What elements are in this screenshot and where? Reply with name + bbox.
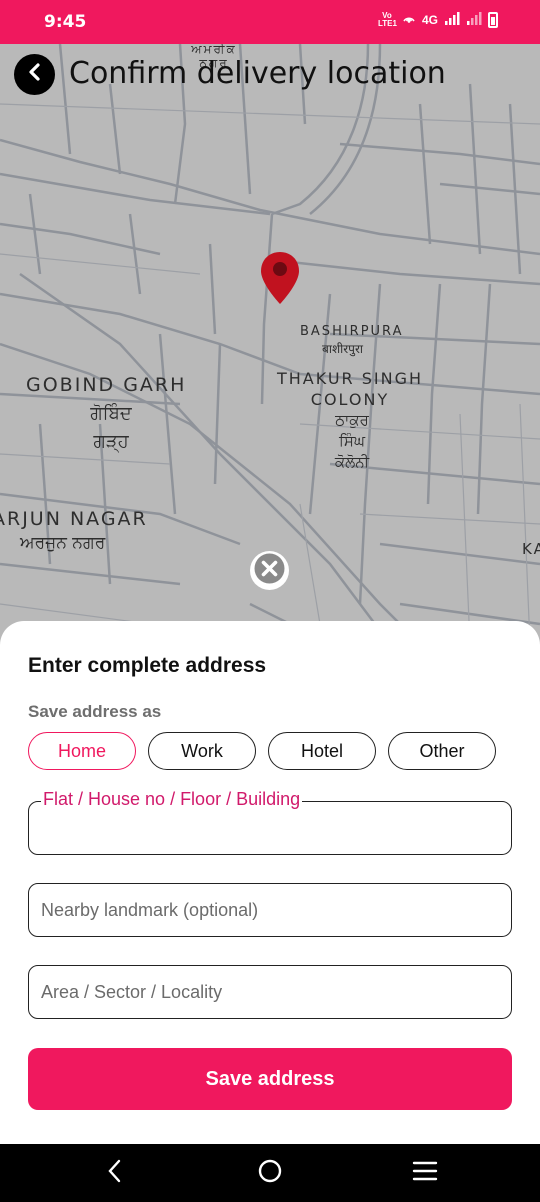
map-label-gobind-garh: GOBIND GARH [26, 374, 187, 396]
home-icon [257, 1158, 283, 1189]
map-label-arjun-nagar: ARJUN NAGAR [0, 508, 148, 530]
save-address-button[interactable]: Save address [28, 1048, 512, 1110]
close-map-button[interactable] [250, 551, 289, 590]
system-nav-bar [0, 1144, 540, 1202]
map-label-bashirpura: BASHIRPURA [300, 324, 404, 339]
close-icon [250, 549, 289, 593]
signal-weak-icon [466, 11, 482, 28]
chip-home[interactable]: Home [28, 732, 136, 770]
map-label-edge: KA [522, 540, 540, 558]
map-label-bashirpura-local: बाशीरपुरा [322, 342, 363, 356]
save-as-label: Save address as [28, 702, 162, 721]
hotspot-icon [402, 12, 416, 27]
map-label-gobind-garh-local: ਗੋਬਿੰਦ ਗੜ੍ਹ [90, 403, 132, 452]
nav-back-button[interactable] [100, 1158, 130, 1188]
area-field [28, 965, 512, 1019]
nav-menu-button[interactable] [410, 1158, 440, 1188]
menu-icon [412, 1160, 438, 1187]
map-label-thakur-singh: THAKUR SINGH COLONY [277, 369, 423, 409]
area-input[interactable] [29, 966, 511, 1018]
header: Confirm delivery location [0, 44, 540, 106]
signal-icon [444, 11, 460, 28]
location-pin-icon[interactable] [259, 250, 301, 311]
status-indicators: Vo LTE1 4G [378, 11, 498, 28]
nav-home-button[interactable] [255, 1158, 285, 1188]
back-button[interactable] [14, 54, 55, 95]
status-bar: 9:45 Vo LTE1 4G [0, 0, 540, 44]
address-type-chips: Home Work Hotel Other [28, 732, 496, 770]
status-time: 9:45 [44, 12, 87, 32]
landmark-input[interactable] [29, 884, 511, 936]
flat-field-label: Flat / House no / Floor / Building [41, 789, 303, 810]
network-type: 4G [421, 12, 438, 27]
map-label-thakur-singh-local: ਠਾਕੁਰ ਸਿੰਘ ਕੋਲੋਨੀ [334, 411, 370, 471]
landmark-field [28, 883, 512, 937]
back-icon [105, 1159, 125, 1188]
map-label-arjun-nagar-local: ਅਰਜੁਨ ਨਗਰ [20, 533, 106, 553]
flat-field: Flat / House no / Floor / Building [28, 789, 512, 855]
volte-icon: Vo LTE1 [377, 10, 397, 28]
sheet-title: Enter complete address [28, 654, 267, 677]
chip-hotel[interactable]: Hotel [268, 732, 376, 770]
page-title: Confirm delivery location [69, 56, 446, 91]
chip-work[interactable]: Work [148, 732, 256, 770]
chevron-left-icon [27, 62, 43, 87]
battery-icon [488, 11, 498, 28]
chip-other[interactable]: Other [388, 732, 496, 770]
address-sheet: Enter complete address Save address as H… [0, 621, 540, 1144]
